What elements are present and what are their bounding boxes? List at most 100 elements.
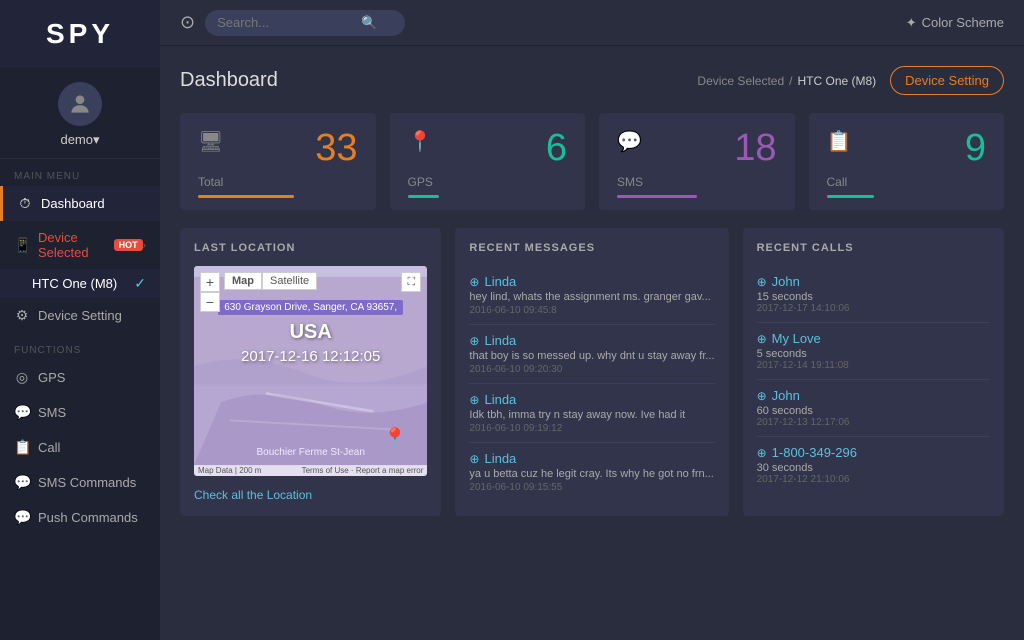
call-label: Call bbox=[827, 175, 987, 189]
list-item[interactable]: ⊕Linda hey lind, whats the assignment ms… bbox=[469, 266, 714, 325]
sms-number: 18 bbox=[734, 129, 776, 167]
app-logo: SPY bbox=[0, 0, 160, 68]
call-contact-name: 1-800-349-296 bbox=[772, 445, 857, 460]
calls-panel: RECENT CALLS ⊕John 15 seconds 2017-12-17… bbox=[743, 228, 1004, 516]
color-scheme-button[interactable]: ✦ Color Scheme bbox=[906, 15, 1004, 31]
topbar: ⊙ 🔍 ✦ Color Scheme bbox=[160, 0, 1024, 46]
call-duration: 60 seconds bbox=[757, 405, 990, 417]
map-container: + − Map Satellite ⛶ 630 Grayson Drive, S… bbox=[194, 266, 427, 476]
sms-commands-icon: 💬 bbox=[14, 474, 30, 491]
breadcrumb-current: HTC One (M8) bbox=[797, 74, 876, 88]
messages-panel: RECENT MESSAGES ⊕Linda hey lind, whats t… bbox=[455, 228, 728, 516]
map-zoom-in-button[interactable]: + bbox=[200, 272, 220, 292]
search-icon: 🔍 bbox=[361, 15, 377, 31]
device-name: HTC One (M8) bbox=[32, 276, 134, 291]
contact-icon: ⊕ bbox=[757, 332, 767, 346]
map-zoom-out-button[interactable]: − bbox=[200, 292, 220, 312]
gps-icon: ◎ bbox=[14, 369, 30, 386]
sms-bar bbox=[617, 195, 697, 198]
list-item[interactable]: ⊕Linda Idk tbh, imma try n stay away now… bbox=[469, 384, 714, 443]
message-time: 2016-06-10 09:45:8 bbox=[469, 305, 714, 316]
list-item[interactable]: ⊕1-800-349-296 30 seconds 2017-12-12 21:… bbox=[757, 437, 990, 493]
sidebar-item-label: Device Selected bbox=[38, 230, 109, 260]
list-item[interactable]: ⊕John 15 seconds 2017-12-17 14:10:06 bbox=[757, 266, 990, 323]
main-content: ⊙ 🔍 ✦ Color Scheme Dashboard Device Sele… bbox=[160, 0, 1024, 640]
device-name-row[interactable]: HTC One (M8) ✓ bbox=[0, 269, 160, 298]
device-icon: 📱 bbox=[14, 237, 30, 254]
stats-row: 🖥 33 Total 📍 6 GPS 💬 18 bbox=[180, 113, 1004, 210]
map-attribution: Map Data | 200 m Terms of Use · Report a… bbox=[194, 465, 427, 476]
user-name[interactable]: demo▾ bbox=[60, 132, 99, 148]
sidebar-item-gps[interactable]: ◎ GPS bbox=[0, 360, 160, 395]
sidebar: SPY demo▾ MAIN MENU ⏱ Dashboard 📱 Device… bbox=[0, 0, 160, 640]
avatar bbox=[58, 82, 102, 126]
call-duration: 30 seconds bbox=[757, 462, 990, 474]
check-location-link[interactable]: Check all the Location bbox=[194, 488, 312, 502]
sidebar-item-device-setting[interactable]: ⚙ Device Setting bbox=[0, 298, 160, 333]
map-panel-title: LAST LOCATION bbox=[194, 242, 427, 254]
message-time: 2016-06-10 09:15:55 bbox=[469, 482, 714, 493]
content-area: Dashboard Device Selected / HTC One (M8)… bbox=[160, 46, 1024, 640]
contact-icon: ⊕ bbox=[757, 389, 767, 403]
gps-bar bbox=[408, 195, 440, 198]
sidebar-item-label: Dashboard bbox=[41, 196, 105, 211]
sidebar-item-sms[interactable]: 💬 SMS bbox=[0, 395, 160, 430]
calls-list: ⊕John 15 seconds 2017-12-17 14:10:06 ⊕ My… bbox=[757, 266, 990, 493]
color-scheme-label: Color Scheme bbox=[922, 15, 1004, 30]
message-time: 2016-06-10 09:19:12 bbox=[469, 423, 714, 434]
message-sender: Linda bbox=[484, 392, 516, 407]
sidebar-item-label: SMS bbox=[38, 405, 66, 420]
map-address-overlay: 630 Grayson Drive, Sanger, CA 93657, bbox=[194, 298, 427, 315]
map-tab-satellite[interactable]: Satellite bbox=[262, 272, 317, 290]
map-country: USA bbox=[194, 321, 427, 344]
call-duration: 15 seconds bbox=[757, 291, 990, 303]
map-pin-icon: 📍 bbox=[383, 426, 408, 451]
message-sender: Linda bbox=[484, 333, 516, 348]
breadcrumb: Device Selected / HTC One (M8) bbox=[697, 74, 876, 88]
map-zoom-controls: + − bbox=[200, 272, 220, 312]
hot-badge: HOT bbox=[114, 239, 143, 251]
gps-label: GPS bbox=[408, 175, 568, 189]
sidebar-item-label: GPS bbox=[38, 370, 65, 385]
stat-card-sms: 💬 18 SMS bbox=[599, 113, 795, 210]
list-item[interactable]: ⊕Linda that boy is so messed up. why dnt… bbox=[469, 325, 714, 384]
map-fullscreen-button[interactable]: ⛶ bbox=[401, 272, 421, 292]
map-tab-map[interactable]: Map bbox=[224, 272, 262, 290]
sidebar-item-push-commands[interactable]: 💬 Push Commands bbox=[0, 500, 160, 535]
call-time: 2017-12-14 19:11:08 bbox=[757, 360, 990, 371]
search-input[interactable] bbox=[217, 15, 357, 30]
total-number: 33 bbox=[315, 129, 357, 167]
sidebar-item-sms-commands[interactable]: 💬 SMS Commands bbox=[0, 465, 160, 500]
messages-panel-title: RECENT MESSAGES bbox=[469, 242, 714, 254]
sidebar-item-device-selected[interactable]: 📱 Device Selected HOT › bbox=[0, 221, 160, 269]
stat-card-call: 📋 9 Call bbox=[809, 113, 1005, 210]
stat-card-gps: 📍 6 GPS bbox=[390, 113, 586, 210]
message-time: 2016-06-10 09:20:30 bbox=[469, 364, 714, 375]
chevron-right-icon: › bbox=[143, 240, 146, 251]
contact-icon: ⊕ bbox=[469, 452, 479, 466]
main-menu-label: MAIN MENU bbox=[0, 159, 160, 186]
message-sender: Linda bbox=[484, 274, 516, 289]
map-terms[interactable]: Terms of Use · Report a map error bbox=[302, 466, 424, 475]
list-item[interactable]: ⊕John 60 seconds 2017-12-13 12:17:06 bbox=[757, 380, 990, 437]
user-icon bbox=[67, 91, 93, 117]
list-item[interactable]: ⊕Linda ya u betta cuz he legit cray. Its… bbox=[469, 443, 714, 501]
messages-list: ⊕Linda hey lind, whats the assignment ms… bbox=[469, 266, 714, 501]
user-profile: demo▾ bbox=[0, 68, 160, 159]
call-contact-name: My Love bbox=[772, 331, 821, 346]
gear-icon: ⚙ bbox=[14, 307, 30, 324]
contact-icon: ⊕ bbox=[469, 393, 479, 407]
map-panel: LAST LOCATION + − bbox=[180, 228, 441, 516]
sidebar-item-dashboard[interactable]: ⏱ Dashboard bbox=[0, 186, 160, 221]
contact-icon: ⊕ bbox=[469, 275, 479, 289]
list-item[interactable]: ⊕My Love 5 seconds 2017-12-14 19:11:08 bbox=[757, 323, 990, 380]
map-date-overlay: 2017-12-16 12:12:05 bbox=[194, 348, 427, 365]
sidebar-item-label: Device Setting bbox=[38, 308, 122, 323]
total-label: Total bbox=[198, 175, 358, 189]
page-header: Dashboard Device Selected / HTC One (M8)… bbox=[180, 66, 1004, 95]
breadcrumb-device: Device Selected bbox=[697, 74, 784, 88]
device-setting-button[interactable]: Device Setting bbox=[890, 66, 1004, 95]
back-icon[interactable]: ⊙ bbox=[180, 12, 195, 33]
sidebar-item-label: SMS Commands bbox=[38, 475, 136, 490]
sidebar-item-call[interactable]: 📋 Call bbox=[0, 430, 160, 465]
